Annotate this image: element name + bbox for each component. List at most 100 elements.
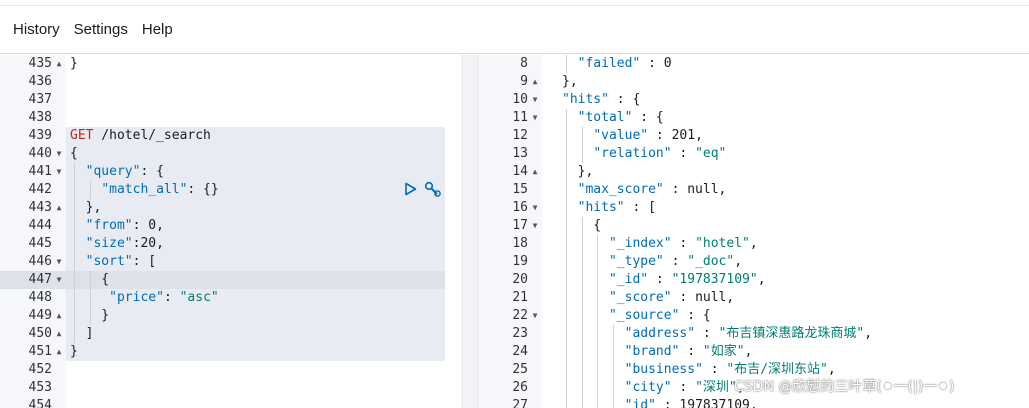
request-editor[interactable]: 435 ▲} 436 437 438 439 GET /hotel/_search 440 ▼{… bbox=[0, 55, 462, 408]
request-line[interactable]: 446 ▼ "sort": [ bbox=[0, 253, 462, 271]
pane-resizer[interactable] bbox=[462, 55, 478, 408]
line-number: 444 bbox=[28, 218, 52, 233]
response-line: 9 ▲}, bbox=[478, 73, 1029, 91]
request-line[interactable]: 443 ▲ }, bbox=[0, 199, 462, 217]
response-line-text: { bbox=[562, 218, 602, 233]
response-viewer: 8 "failed" : 0 9 ▲}, 10 ▼ "hits" : {11 ▼ "tota… bbox=[478, 55, 1029, 408]
line-number: 17 bbox=[512, 218, 528, 233]
menu-help[interactable]: Help bbox=[135, 17, 180, 42]
line-number: 443 bbox=[28, 200, 52, 215]
request-line[interactable]: 451 ▲} bbox=[0, 343, 462, 361]
request-line-text: } bbox=[70, 308, 110, 323]
line-number: 15 bbox=[512, 182, 528, 197]
fold-up-icon[interactable]: ▲ bbox=[54, 307, 64, 325]
line-number: 21 bbox=[512, 290, 528, 305]
response-line-text: "hits" : { bbox=[562, 92, 641, 107]
line-number: 449 bbox=[28, 308, 52, 323]
response-line: 27 "id" : 197837109, bbox=[478, 397, 1029, 408]
fold-down-icon[interactable]: ▼ bbox=[530, 91, 540, 109]
line-number: 24 bbox=[512, 344, 528, 359]
response-line-text: "_index" : "hotel", bbox=[608, 236, 758, 251]
line-number: 23 bbox=[512, 326, 528, 341]
request-line[interactable]: 447 ▼ { bbox=[0, 271, 462, 289]
request-line[interactable]: 438 bbox=[0, 109, 462, 127]
line-number: 20 bbox=[512, 272, 528, 287]
selected-request-highlight bbox=[66, 343, 445, 361]
selected-request-highlight bbox=[66, 325, 445, 343]
line-number: 26 bbox=[512, 380, 528, 395]
response-line-text: "value" : 201, bbox=[593, 128, 703, 143]
fold-down-icon[interactable]: ▼ bbox=[530, 217, 540, 235]
response-line-text: "_score" : null, bbox=[608, 290, 735, 305]
request-line[interactable]: 453 bbox=[0, 379, 462, 397]
fold-down-icon[interactable]: ▼ bbox=[54, 271, 64, 289]
request-line[interactable]: 444 "from": 0, bbox=[0, 217, 462, 235]
response-line-text: "city" : "深圳", bbox=[624, 380, 745, 395]
request-line[interactable]: 442 "match_all": {} bbox=[0, 181, 462, 199]
response-line: 24 "brand" : "如家", bbox=[478, 343, 1029, 361]
fold-up-icon[interactable]: ▲ bbox=[54, 55, 64, 73]
fold-down-icon[interactable]: ▼ bbox=[530, 199, 540, 217]
fold-up-icon[interactable]: ▲ bbox=[530, 73, 540, 91]
fold-down-icon[interactable]: ▼ bbox=[54, 163, 64, 181]
response-line-text: "address" : "布吉镇深惠路龙珠商城", bbox=[624, 326, 873, 341]
line-number: 16 bbox=[512, 200, 528, 215]
line-number: 12 bbox=[512, 128, 528, 143]
line-number: 445 bbox=[28, 236, 52, 251]
fold-up-icon[interactable]: ▲ bbox=[54, 325, 64, 343]
play-icon[interactable] bbox=[404, 182, 417, 196]
response-line-text: "_type" : "_doc", bbox=[608, 254, 743, 269]
fold-down-icon[interactable]: ▼ bbox=[54, 145, 64, 163]
fold-up-icon[interactable]: ▲ bbox=[54, 199, 64, 217]
request-line[interactable]: 452 bbox=[0, 361, 462, 379]
line-number: 453 bbox=[28, 380, 52, 395]
menu-settings[interactable]: Settings bbox=[67, 17, 135, 42]
request-code[interactable]: 435 ▲} 436 437 438 439 GET /hotel/_search 440 ▼{… bbox=[0, 55, 462, 408]
menu-history[interactable]: History bbox=[6, 17, 67, 42]
request-line-text: "match_all": {} bbox=[101, 182, 219, 197]
line-number: 452 bbox=[28, 362, 52, 377]
wrench-icon[interactable] bbox=[424, 181, 442, 197]
request-line[interactable]: 445 "size":20, bbox=[0, 235, 462, 253]
fold-down-icon[interactable]: ▼ bbox=[530, 109, 540, 127]
request-line-text: "size":20, bbox=[85, 236, 164, 251]
selected-request-highlight bbox=[66, 199, 445, 217]
request-line[interactable]: 450 ▲ ] bbox=[0, 325, 462, 343]
request-line[interactable]: 440 ▼ { bbox=[0, 145, 462, 163]
line-number: 18 bbox=[512, 236, 528, 251]
response-line: 8 "failed" : 0 bbox=[478, 55, 1029, 73]
response-line: 15 "max_score" : null, bbox=[478, 181, 1029, 199]
fold-down-icon[interactable]: ▼ bbox=[54, 253, 64, 271]
response-line-text: "failed" : 0 bbox=[577, 56, 672, 71]
selected-request-highlight bbox=[66, 307, 445, 325]
request-line[interactable]: 441 ▼ "query": { bbox=[0, 163, 462, 181]
line-number: 437 bbox=[28, 92, 52, 107]
response-line: 18 "_index" : "hotel", bbox=[478, 235, 1029, 253]
response-line-text: "brand" : "如家", bbox=[624, 344, 753, 359]
response-line: 17 ▼ { bbox=[478, 217, 1029, 235]
response-line: 22 ▼ "_source" : { bbox=[478, 307, 1029, 325]
request-line[interactable]: 448 "price": "asc" bbox=[0, 289, 462, 307]
request-line-text: "sort": [ bbox=[85, 254, 157, 269]
line-number: 8 bbox=[520, 56, 528, 71]
response-line-text: "_id" : "197837109", bbox=[608, 272, 766, 287]
request-line[interactable]: 439 GET /hotel/_search bbox=[0, 127, 462, 145]
request-line[interactable]: 437 bbox=[0, 91, 462, 109]
response-code: 8 "failed" : 0 9 ▲}, 10 ▼ "hits" : {11 ▼ "tota… bbox=[478, 55, 1029, 408]
fold-up-icon[interactable]: ▲ bbox=[530, 163, 540, 181]
fold-down-icon[interactable]: ▼ bbox=[530, 307, 540, 325]
response-line: 14 ▲ }, bbox=[478, 163, 1029, 181]
line-number: 27 bbox=[512, 398, 528, 408]
selected-request-highlight bbox=[66, 145, 445, 163]
response-line-text: "relation" : "eq" bbox=[593, 146, 727, 161]
request-line-text: "price": "asc" bbox=[109, 290, 219, 305]
request-line[interactable]: 436 bbox=[0, 73, 462, 91]
request-line-text: } bbox=[70, 56, 78, 71]
request-line[interactable]: 454 bbox=[0, 397, 462, 408]
request-line[interactable]: 435 ▲} bbox=[0, 55, 462, 73]
response-line-text: }, bbox=[562, 164, 594, 179]
fold-up-icon[interactable]: ▲ bbox=[54, 343, 64, 361]
response-line-text: "id" : 197837109, bbox=[624, 398, 758, 408]
request-line[interactable]: 449 ▲ } bbox=[0, 307, 462, 325]
response-line: 19 "_type" : "_doc", bbox=[478, 253, 1029, 271]
